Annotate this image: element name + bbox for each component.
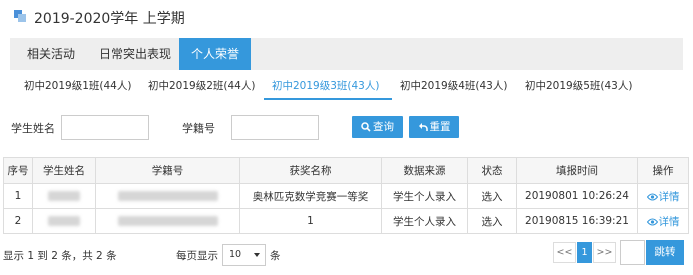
cell-status: 选入 bbox=[467, 208, 517, 234]
class-tab-bar: 初中2019级1班(44人) 初中2019级2班(44人) 初中2019级3班(… bbox=[10, 72, 683, 100]
pagination-bar: 显示 1 到 2 条，共 2 条 每页显示 10 条 << 1 >> 跳转 bbox=[0, 238, 693, 268]
col-header-name: 学生姓名 bbox=[32, 157, 96, 184]
student-name-input[interactable] bbox=[61, 115, 149, 140]
page-size-unit: 条 bbox=[270, 250, 281, 262]
undo-icon bbox=[418, 123, 428, 131]
table-header-row: 序号 学生姓名 学籍号 获奖名称 数据来源 状态 填报时间 操作 bbox=[3, 157, 689, 184]
cell-student-id-redacted bbox=[95, 208, 240, 234]
query-label: 查询 bbox=[373, 121, 394, 133]
col-header-time: 填报时间 bbox=[516, 157, 638, 184]
detail-link[interactable]: 详情 bbox=[646, 216, 680, 228]
col-header-action: 操作 bbox=[637, 157, 689, 184]
eye-icon bbox=[646, 218, 658, 225]
col-header-seq: 序号 bbox=[3, 157, 33, 184]
main-tab-bar: 相关活动 日常突出表现 个人荣誉 bbox=[10, 38, 683, 70]
jump-page-input[interactable] bbox=[620, 240, 645, 265]
cell-seq: 1 bbox=[3, 183, 33, 209]
cell-award: 奥林匹克数学竞赛一等奖 bbox=[239, 183, 382, 209]
cell-source: 学生个人录入 bbox=[381, 183, 468, 209]
search-icon bbox=[361, 122, 371, 132]
cell-status: 选入 bbox=[467, 183, 517, 209]
query-button[interactable]: 查询 bbox=[352, 116, 403, 138]
active-tab-indicator bbox=[264, 98, 392, 100]
student-id-label: 学籍号 bbox=[182, 122, 215, 135]
page-size-label: 每页显示 bbox=[176, 250, 218, 262]
jump-button[interactable]: 跳转 bbox=[646, 240, 684, 265]
page-1-button[interactable]: 1 bbox=[577, 242, 592, 263]
eye-icon bbox=[646, 193, 658, 200]
class-tab-5[interactable]: 初中2019级5班(43人) bbox=[525, 78, 632, 100]
col-header-award: 获奖名称 bbox=[239, 157, 382, 184]
cell-action: 详情 bbox=[637, 208, 689, 234]
class-tab-3[interactable]: 初中2019级3班(43人) bbox=[272, 78, 379, 100]
col-header-student-id: 学籍号 bbox=[95, 157, 240, 184]
col-header-status: 状态 bbox=[467, 157, 517, 184]
cell-name-redacted bbox=[32, 208, 96, 234]
reset-button[interactable]: 重置 bbox=[409, 116, 459, 138]
tab-daily-performance[interactable]: 日常突出表现 bbox=[90, 38, 180, 70]
caret-down-icon bbox=[254, 253, 260, 257]
col-header-source: 数据来源 bbox=[381, 157, 468, 184]
record-summary: 显示 1 到 2 条，共 2 条 bbox=[3, 250, 117, 262]
cell-seq: 2 bbox=[3, 208, 33, 234]
student-name-label: 学生姓名 bbox=[11, 122, 55, 135]
prev-page-button[interactable]: << bbox=[553, 242, 576, 263]
cell-name-redacted bbox=[32, 183, 96, 209]
detail-link[interactable]: 详情 bbox=[646, 191, 680, 203]
page-title: 2019-2020学年 上学期 bbox=[34, 11, 185, 27]
tab-related-activities[interactable]: 相关活动 bbox=[16, 38, 86, 70]
cell-award: 1 bbox=[239, 208, 382, 234]
class-tab-2[interactable]: 初中2019级2班(44人) bbox=[148, 78, 255, 100]
table-row: 2 1 学生个人录入 选入 20190815 16:39:21 详情 bbox=[3, 208, 689, 234]
cell-source: 学生个人录入 bbox=[381, 208, 468, 234]
class-tab-1[interactable]: 初中2019级1班(44人) bbox=[24, 78, 131, 100]
table-row: 1 奥林匹克数学竞赛一等奖 学生个人录入 选入 20190801 10:26:2… bbox=[3, 183, 689, 209]
cell-time: 20190815 16:39:21 bbox=[516, 208, 638, 234]
honors-table: 序号 学生姓名 学籍号 获奖名称 数据来源 状态 填报时间 操作 1 奥林匹克数… bbox=[3, 157, 689, 234]
semester-icon bbox=[14, 10, 26, 22]
tab-personal-honors[interactable]: 个人荣誉 bbox=[179, 38, 251, 70]
search-form: 学生姓名 学籍号 查询 重置 bbox=[0, 112, 693, 142]
page-size-select[interactable]: 10 bbox=[222, 244, 266, 266]
reset-label: 重置 bbox=[429, 121, 451, 133]
next-page-button[interactable]: >> bbox=[593, 242, 616, 263]
student-id-input[interactable] bbox=[231, 115, 319, 140]
cell-action: 详情 bbox=[637, 183, 689, 209]
cell-time: 20190801 10:26:24 bbox=[516, 183, 638, 209]
page-header: 2019-2020学年 上学期 bbox=[0, 0, 693, 36]
cell-student-id-redacted bbox=[95, 183, 240, 209]
class-tab-4[interactable]: 初中2019级4班(43人) bbox=[400, 78, 507, 100]
